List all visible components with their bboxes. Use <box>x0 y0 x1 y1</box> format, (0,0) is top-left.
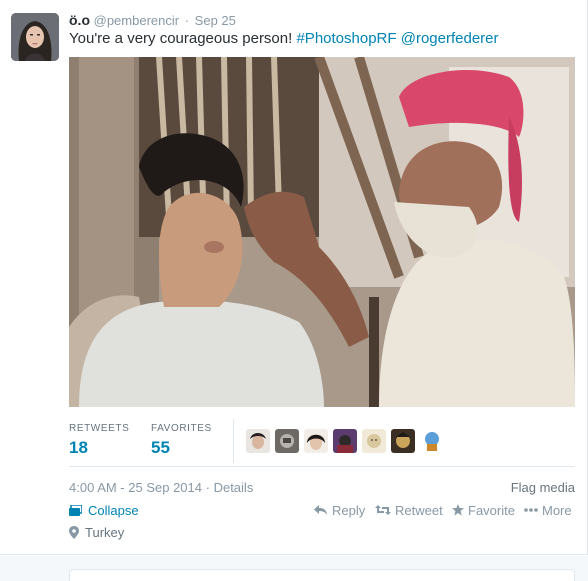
details-link[interactable]: Details <box>214 480 254 495</box>
tweet-meta: 4:00 AM - 25 Sep 2014 · Details Flag med… <box>69 480 575 495</box>
collapse-label: Collapse <box>88 503 139 518</box>
location-label: Turkey <box>85 525 125 540</box>
stats-divider <box>233 419 234 463</box>
user-screen-name[interactable]: @pemberencir <box>94 13 179 28</box>
favorites-stat[interactable]: FAVORITES 55 <box>151 423 212 458</box>
photo-image <box>69 57 575 407</box>
expanded-tweet: ö.o @pemberencir · Sep 25 You're a very … <box>0 0 588 555</box>
favorites-count[interactable]: 55 <box>151 438 212 458</box>
reply-icon <box>314 505 327 515</box>
tweet-photo[interactable] <box>69 57 575 407</box>
retweet-button[interactable]: Retweet <box>375 503 443 518</box>
tweet-header: ö.o @pemberencir · Sep 25 <box>69 12 236 28</box>
favorites-label: FAVORITES <box>151 423 212 434</box>
more-label: More <box>542 503 572 518</box>
favoriter-avatar[interactable] <box>275 429 299 453</box>
user-fullname[interactable]: ö.o <box>69 12 90 28</box>
tweet-location[interactable]: Turkey <box>69 525 124 540</box>
tweet-text: You're a very courageous person! #Photos… <box>69 30 499 48</box>
tweet-stats: RETWEETS 18 FAVORITES 55 <box>69 417 575 467</box>
more-dots-icon <box>524 508 538 512</box>
tweet-text-body: You're a very courageous person! <box>69 30 293 47</box>
mention-link[interactable]: @rogerfederer <box>401 30 499 47</box>
collapse-button[interactable]: Collapse <box>69 503 139 518</box>
avatar[interactable] <box>11 13 59 61</box>
tweet-timestamp[interactable]: 4:00 AM - 25 Sep 2014 <box>69 480 202 495</box>
favoriter-avatar[interactable] <box>246 429 270 453</box>
flag-media-link[interactable]: Flag media <box>511 480 575 495</box>
tweet-actions: Collapse Reply Retweet Favorite More <box>69 503 575 521</box>
retweets-stat[interactable]: RETWEETS 18 <box>69 423 129 458</box>
header-separator: · <box>184 13 190 28</box>
favoriter-avatar[interactable] <box>333 429 357 453</box>
tweet-date[interactable]: Sep 25 <box>195 13 236 28</box>
collapse-icon <box>69 505 82 516</box>
avatar-image <box>11 13 59 61</box>
favoriter-avatar[interactable] <box>391 429 415 453</box>
retweets-label: RETWEETS <box>69 423 130 434</box>
retweets-count[interactable]: 18 <box>69 438 129 458</box>
reply-button[interactable]: Reply <box>314 503 365 518</box>
hashtag-link[interactable]: #PhotoshopRF <box>296 30 396 47</box>
reply-label: Reply <box>332 503 366 518</box>
location-pin-icon <box>69 526 79 539</box>
retweet-label: Retweet <box>395 503 443 518</box>
more-button[interactable]: More <box>524 503 572 518</box>
favorite-label: Favorite <box>468 503 515 518</box>
favoriter-avatar[interactable] <box>420 429 444 453</box>
retweet-icon <box>375 505 391 515</box>
favoriter-avatar[interactable] <box>362 429 386 453</box>
meta-separator: · <box>205 480 210 495</box>
reply-input-box[interactable] <box>69 569 575 581</box>
favorite-button[interactable]: Favorite <box>452 503 515 518</box>
favorite-star-icon <box>452 504 464 516</box>
favoriter-avatar[interactable] <box>304 429 328 453</box>
